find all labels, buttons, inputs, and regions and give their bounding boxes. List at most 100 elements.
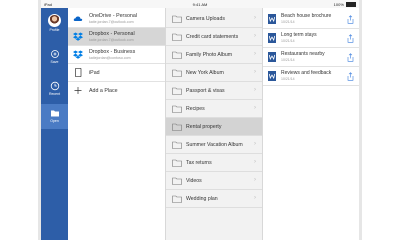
rail-item-recent[interactable]: Recent [41, 77, 68, 99]
folder-icon [50, 110, 59, 117]
folder-icon [172, 33, 182, 41]
folder-item[interactable]: Summer Vacation Album › [166, 136, 262, 154]
rail-label-recent: Recent [48, 92, 61, 96]
battery-percent: 100% [333, 2, 344, 7]
file-item[interactable]: Long term stays 10/21/14 [263, 29, 359, 48]
share-icon[interactable] [347, 72, 354, 81]
folder-icon [172, 123, 182, 131]
folder-item[interactable]: Camera Uploads › [166, 10, 262, 28]
word-icon [268, 52, 276, 62]
share-icon[interactable] [347, 53, 354, 62]
folder-icon [172, 195, 182, 203]
folder-name: Rental property [186, 124, 222, 130]
files-pane: Beach house brochure 10/21/14 Long term … [263, 8, 359, 240]
chevron-right-icon: › [254, 69, 256, 75]
chevron-right-icon: › [254, 105, 256, 111]
folder-item[interactable]: Tax returns › [166, 154, 262, 172]
place-dropbox-personal[interactable]: Dropbox - Personal katie.jordan.7@outloo… [68, 28, 165, 46]
status-bar: iPad 9:41 AM 100% [41, 0, 359, 8]
chevron-right-icon: › [254, 177, 256, 183]
folder-icon [172, 69, 182, 77]
file-name: Beach house brochure [281, 13, 332, 19]
place-title: OneDrive - Personal [89, 13, 137, 19]
dropbox-icon [73, 50, 83, 59]
file-date: 10/21/14 [281, 76, 295, 81]
file-item[interactable]: Restaurants nearby 10/21/14 [263, 48, 359, 67]
folder-name: Family Photo Album [186, 52, 233, 58]
folder-item[interactable]: Passport & visas › [166, 82, 262, 100]
folder-item[interactable]: Recipes › [166, 100, 262, 118]
file-date: 10/21/14 [281, 38, 295, 43]
share-icon[interactable] [347, 34, 354, 43]
place-subtitle: katie.jordan.7@outlook.com [89, 19, 134, 24]
rail-label-profile: Profile [49, 28, 60, 32]
chevron-right-icon: › [254, 87, 256, 93]
word-icon [268, 71, 276, 81]
folder-item[interactable]: Wedding plan › [166, 190, 262, 208]
place-title: Dropbox - Personal [89, 31, 135, 37]
onedrive-icon [73, 16, 83, 21]
chevron-right-icon: › [254, 141, 256, 147]
rail-item-open[interactable]: Open [41, 104, 68, 129]
folders-pane: Camera Uploads › Credit card statements … [166, 8, 263, 240]
folder-name: Passport & visas [186, 88, 225, 94]
chevron-right-icon: › [254, 195, 256, 201]
folder-name: Wedding plan [186, 196, 218, 202]
place-subtitle: katiejordan@contoso.com [89, 55, 131, 60]
chevron-right-icon: › [254, 51, 256, 57]
dropbox-icon [73, 32, 83, 41]
share-icon[interactable] [347, 15, 354, 24]
folder-name: Videos [186, 178, 202, 184]
battery-icon [346, 2, 356, 8]
folder-icon [172, 177, 182, 185]
app-screen: iPad 9:41 AM 100% Profile Save Recent Op… [41, 0, 359, 240]
folder-icon [172, 51, 182, 59]
folder-icon [172, 87, 182, 95]
place-subtitle: katie.jordan.7@outlook.com [89, 37, 134, 42]
folder-icon [172, 159, 182, 167]
rail-label-open: Open [50, 119, 59, 123]
folder-name: Camera Uploads [186, 16, 225, 22]
place-ipad[interactable]: iPad [68, 64, 165, 82]
add-place-button[interactable]: Add a Place [68, 82, 165, 100]
place-title: iPad [89, 70, 100, 76]
chevron-right-icon: › [254, 33, 256, 39]
chevron-right-icon: › [254, 159, 256, 165]
file-name: Reviews and feedback [281, 70, 332, 76]
place-title: Dropbox - Business [89, 49, 136, 55]
clock-icon [50, 81, 59, 91]
folder-name: Summer Vacation Album [186, 142, 243, 148]
word-icon [268, 14, 276, 24]
rail-item-profile[interactable]: Profile [41, 11, 68, 33]
file-item[interactable]: Reviews and feedback 10/21/14 [263, 67, 359, 86]
folder-item-selected[interactable]: Rental property [166, 118, 262, 136]
avatar [48, 14, 61, 27]
folder-icon [172, 141, 182, 149]
folder-icon [172, 105, 182, 113]
folder-name: Recipes [186, 106, 205, 112]
battery-status: 100% [333, 2, 356, 8]
folder-item[interactable]: Family Photo Album › [166, 46, 262, 64]
file-item[interactable]: Beach house brochure 10/21/14 [263, 10, 359, 29]
clock-label: 9:41 AM [192, 2, 208, 7]
folder-item[interactable]: Credit card statements › [166, 28, 262, 46]
save-icon [50, 50, 59, 58]
place-title: Add a Place [89, 88, 118, 94]
places-pane: OneDrive - Personal katie.jordan.7@outlo… [68, 8, 166, 240]
folder-name: New York Album [186, 70, 224, 76]
ipad-frame: iPad 9:41 AM 100% Profile Save Recent Op… [38, 0, 362, 240]
place-onedrive-personal[interactable]: OneDrive - Personal katie.jordan.7@outlo… [68, 10, 165, 28]
file-name: Restaurants nearby [281, 51, 325, 57]
rail-item-save[interactable]: Save [41, 45, 68, 67]
plus-icon [74, 87, 82, 94]
place-dropbox-business[interactable]: Dropbox - Business katiejordan@contoso.c… [68, 46, 165, 64]
chevron-right-icon: › [254, 15, 256, 21]
folder-item[interactable]: New York Album › [166, 64, 262, 82]
folder-icon [172, 15, 182, 23]
folder-item[interactable]: Videos › [166, 172, 262, 190]
file-date: 10/21/14 [281, 57, 295, 62]
nav-rail: Profile Save Recent Open [41, 8, 68, 240]
ipad-icon [75, 68, 82, 77]
rail-label-save: Save [50, 60, 59, 64]
folder-name: Tax returns [186, 160, 212, 166]
